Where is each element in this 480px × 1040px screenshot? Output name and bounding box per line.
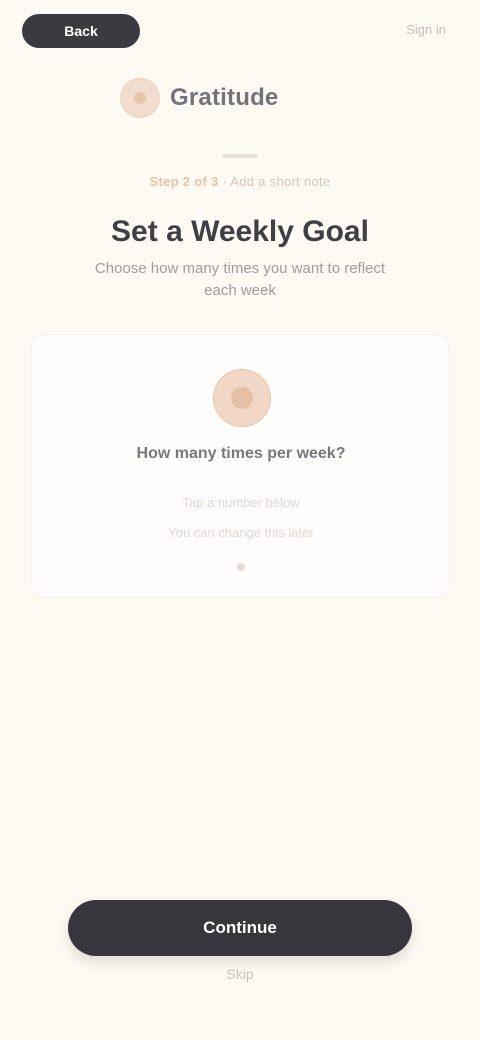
skip-link[interactable]: Skip — [180, 966, 300, 982]
step-note: · Add a short note — [218, 174, 331, 189]
sign-in-link[interactable]: Sign in — [406, 22, 446, 37]
card-hint: Tap a number below — [182, 495, 300, 510]
card-note: You can change this later — [168, 525, 314, 540]
card-title: How many times per week? — [136, 445, 346, 462]
brand: Gratitude — [120, 74, 360, 122]
back-button[interactable]: Back — [22, 14, 140, 48]
top-bar: Back Sign in — [0, 0, 480, 64]
badge-dot — [134, 92, 146, 104]
page-title: Set a Weekly Goal — [111, 215, 369, 248]
target-icon-inner — [231, 387, 253, 409]
badge-icon — [120, 78, 160, 118]
card-indicator — [237, 563, 245, 571]
divider — [222, 154, 258, 158]
brand-name: Gratitude — [170, 84, 279, 111]
goal-card[interactable]: How many times per week? Tap a number be… — [30, 334, 450, 598]
step-count: Step 2 of 3 — [149, 174, 219, 189]
step-eyebrow: Step 2 of 3 · Add a short note — [34, 174, 446, 189]
page-subtitle: Choose how many times you want to reflec… — [94, 260, 386, 299]
target-icon — [213, 369, 271, 427]
continue-button[interactable]: Continue — [68, 900, 412, 956]
